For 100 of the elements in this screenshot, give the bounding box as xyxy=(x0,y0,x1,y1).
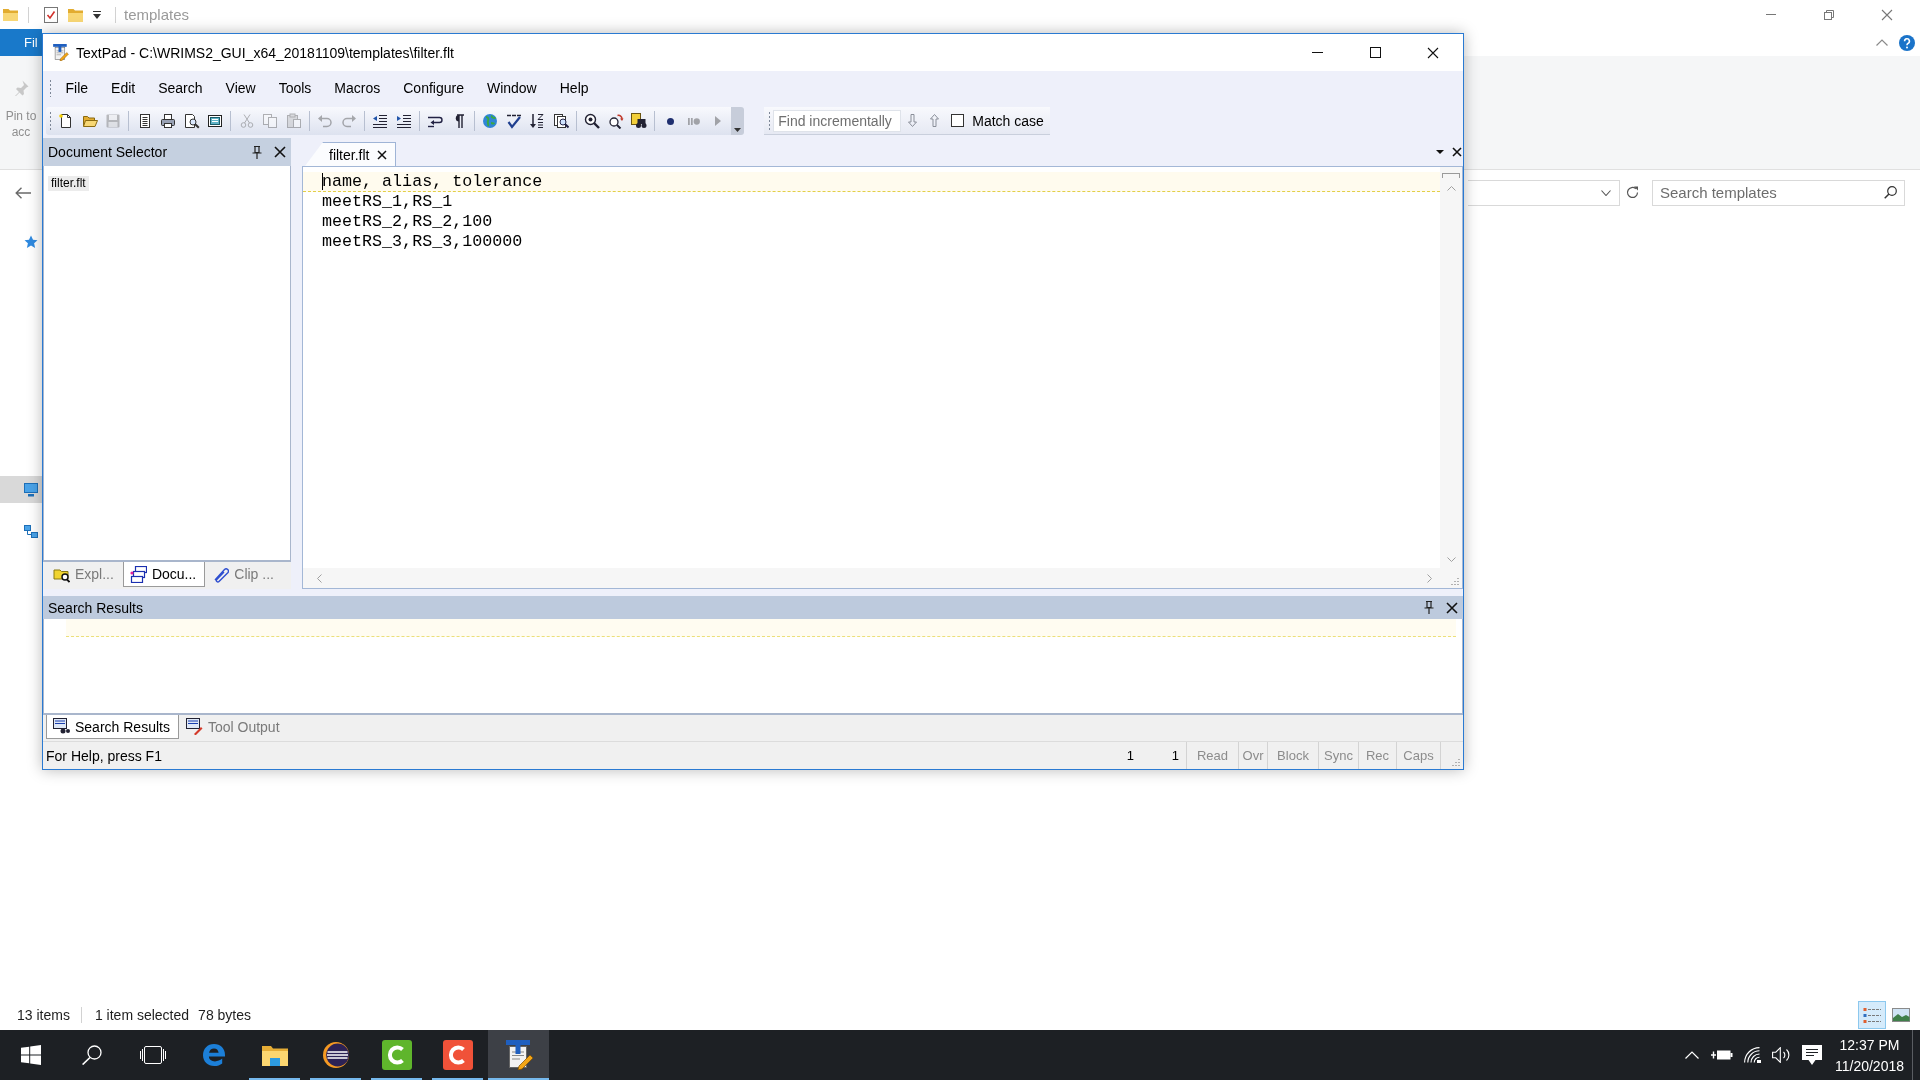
notepad-pencil-icon xyxy=(52,44,69,61)
toolbar-overflow-button[interactable] xyxy=(731,107,745,135)
status-indicator: Sync xyxy=(1318,742,1358,769)
match-case-label[interactable]: Match case xyxy=(972,112,1044,129)
close-icon xyxy=(1446,601,1458,614)
selection-status: 1 item selected xyxy=(94,1007,190,1023)
notepad-pencil-icon xyxy=(503,1040,534,1070)
c-tile-icon xyxy=(381,1040,412,1070)
print-preview-icon xyxy=(183,113,200,129)
item-count: 13 items xyxy=(17,1007,70,1023)
stacked-windows-icon xyxy=(129,565,147,583)
new-file-icon xyxy=(58,113,74,129)
wifi-icon xyxy=(1743,1047,1761,1063)
file-tab[interactable]: Fil xyxy=(0,29,42,56)
paperclip-icon xyxy=(212,565,230,583)
scissors-icon xyxy=(238,113,255,129)
undo-icon xyxy=(317,113,333,129)
status-indicator: Caps xyxy=(1396,742,1440,769)
folder-icon xyxy=(261,1044,288,1066)
monitor-pencil-icon xyxy=(185,718,203,735)
menu-item[interactable]: Window xyxy=(475,75,549,100)
large-icons-view-icon xyxy=(1892,1008,1910,1022)
chevron-up-icon xyxy=(1685,1051,1699,1059)
pin-label: Pin to acc xyxy=(5,108,37,140)
refresh-icon xyxy=(1625,186,1639,199)
chevron-up-icon xyxy=(1876,39,1888,46)
redo-icon xyxy=(340,113,357,129)
chevron-down-icon xyxy=(734,128,742,132)
document-item[interactable]: filter.flt xyxy=(48,176,89,191)
close-icon xyxy=(274,146,286,158)
menu-item[interactable]: Macros xyxy=(322,75,392,100)
menu-item[interactable]: Edit xyxy=(99,75,147,100)
clock[interactable]: 12:37 PM 11/20/2018 xyxy=(1827,1030,1912,1080)
toolbar-grip[interactable] xyxy=(768,110,772,131)
panel-tab[interactable]: Expl... xyxy=(46,562,123,587)
replace-icon xyxy=(607,113,624,129)
view-button[interactable] xyxy=(1858,1001,1886,1029)
copy-icon xyxy=(262,113,278,129)
pause-icon xyxy=(688,117,700,125)
toolbar-grip[interactable] xyxy=(49,111,52,131)
address-field[interactable] xyxy=(1468,179,1620,206)
menu-grip[interactable] xyxy=(49,78,52,97)
close-icon xyxy=(1881,8,1893,21)
code-line: meetRS_3,RS_3,100000 xyxy=(322,232,523,252)
panel-title: Document Selector xyxy=(48,144,168,160)
match-case-checkbox[interactable] xyxy=(951,114,965,127)
search-field[interactable]: Search templates xyxy=(1652,179,1905,206)
panel-tab[interactable]: Docu... xyxy=(122,562,206,587)
close-icon[interactable] xyxy=(377,149,388,160)
star-icon xyxy=(24,234,38,249)
status-indicator: Rec xyxy=(1358,742,1396,769)
column-number: 1 xyxy=(1170,747,1180,765)
panel-tab[interactable]: Tool Output xyxy=(178,715,289,739)
c-tile-icon xyxy=(442,1040,473,1070)
panel-title: Search Results xyxy=(48,599,143,616)
start-icon xyxy=(20,1045,41,1065)
selection-size: 78 bytes xyxy=(198,1007,252,1023)
folder-icon xyxy=(3,8,18,21)
arrow-down-icon xyxy=(907,114,917,127)
dropdown-arrow-icon xyxy=(1436,150,1444,154)
minimize-icon xyxy=(1311,52,1323,53)
window-title: TextPad - C:\WRIMS2_GUI_x64_20181109\templates\filter.flt xyxy=(76,44,454,61)
document-tab[interactable]: filter.flt xyxy=(305,142,397,166)
tab-list-button[interactable] xyxy=(1435,147,1445,157)
speaker-icon xyxy=(1772,1047,1792,1063)
play-icon xyxy=(714,116,721,126)
menu-item[interactable]: Tools xyxy=(267,75,323,100)
nav-item[interactable] xyxy=(0,476,42,503)
menu-item[interactable]: Configure xyxy=(391,75,476,100)
panel-tab[interactable]: Clip ... xyxy=(205,562,283,587)
checklist-icon xyxy=(44,6,58,23)
message-icon xyxy=(1802,1045,1822,1065)
search-icon xyxy=(584,113,600,129)
dropdown-arrow-icon xyxy=(93,10,101,19)
open-folder-icon xyxy=(81,113,98,129)
back-arrow-icon xyxy=(15,186,31,199)
network-icon xyxy=(24,524,38,539)
code-line: meetRS_1,RS_1 xyxy=(322,192,453,212)
menu-item[interactable]: Help xyxy=(548,75,601,100)
panel-tab[interactable]: Search Results xyxy=(46,715,179,739)
binoculars-icon xyxy=(631,113,647,129)
battery-icon xyxy=(1711,1049,1733,1061)
indent-icon xyxy=(395,113,412,129)
help-icon xyxy=(1899,34,1915,51)
printer-icon xyxy=(160,113,176,129)
menu-item[interactable]: File xyxy=(54,75,100,100)
spell-check-icon xyxy=(505,113,522,129)
close-document-button[interactable] xyxy=(1451,146,1463,158)
status-indicator: Block xyxy=(1267,742,1318,769)
record-icon xyxy=(667,117,674,125)
framed-page-icon xyxy=(207,113,223,129)
folder-icon xyxy=(67,7,83,22)
menu-item[interactable]: Search xyxy=(146,75,215,100)
menu-item[interactable]: View xyxy=(214,75,268,100)
find-field[interactable]: Find incrementally xyxy=(773,109,902,132)
status-indicator: Read xyxy=(1186,742,1238,769)
pin-icon xyxy=(13,80,29,96)
taskbar-app-button[interactable] xyxy=(488,1030,549,1080)
task-view-icon xyxy=(139,1046,166,1064)
close-icon xyxy=(1427,46,1439,59)
